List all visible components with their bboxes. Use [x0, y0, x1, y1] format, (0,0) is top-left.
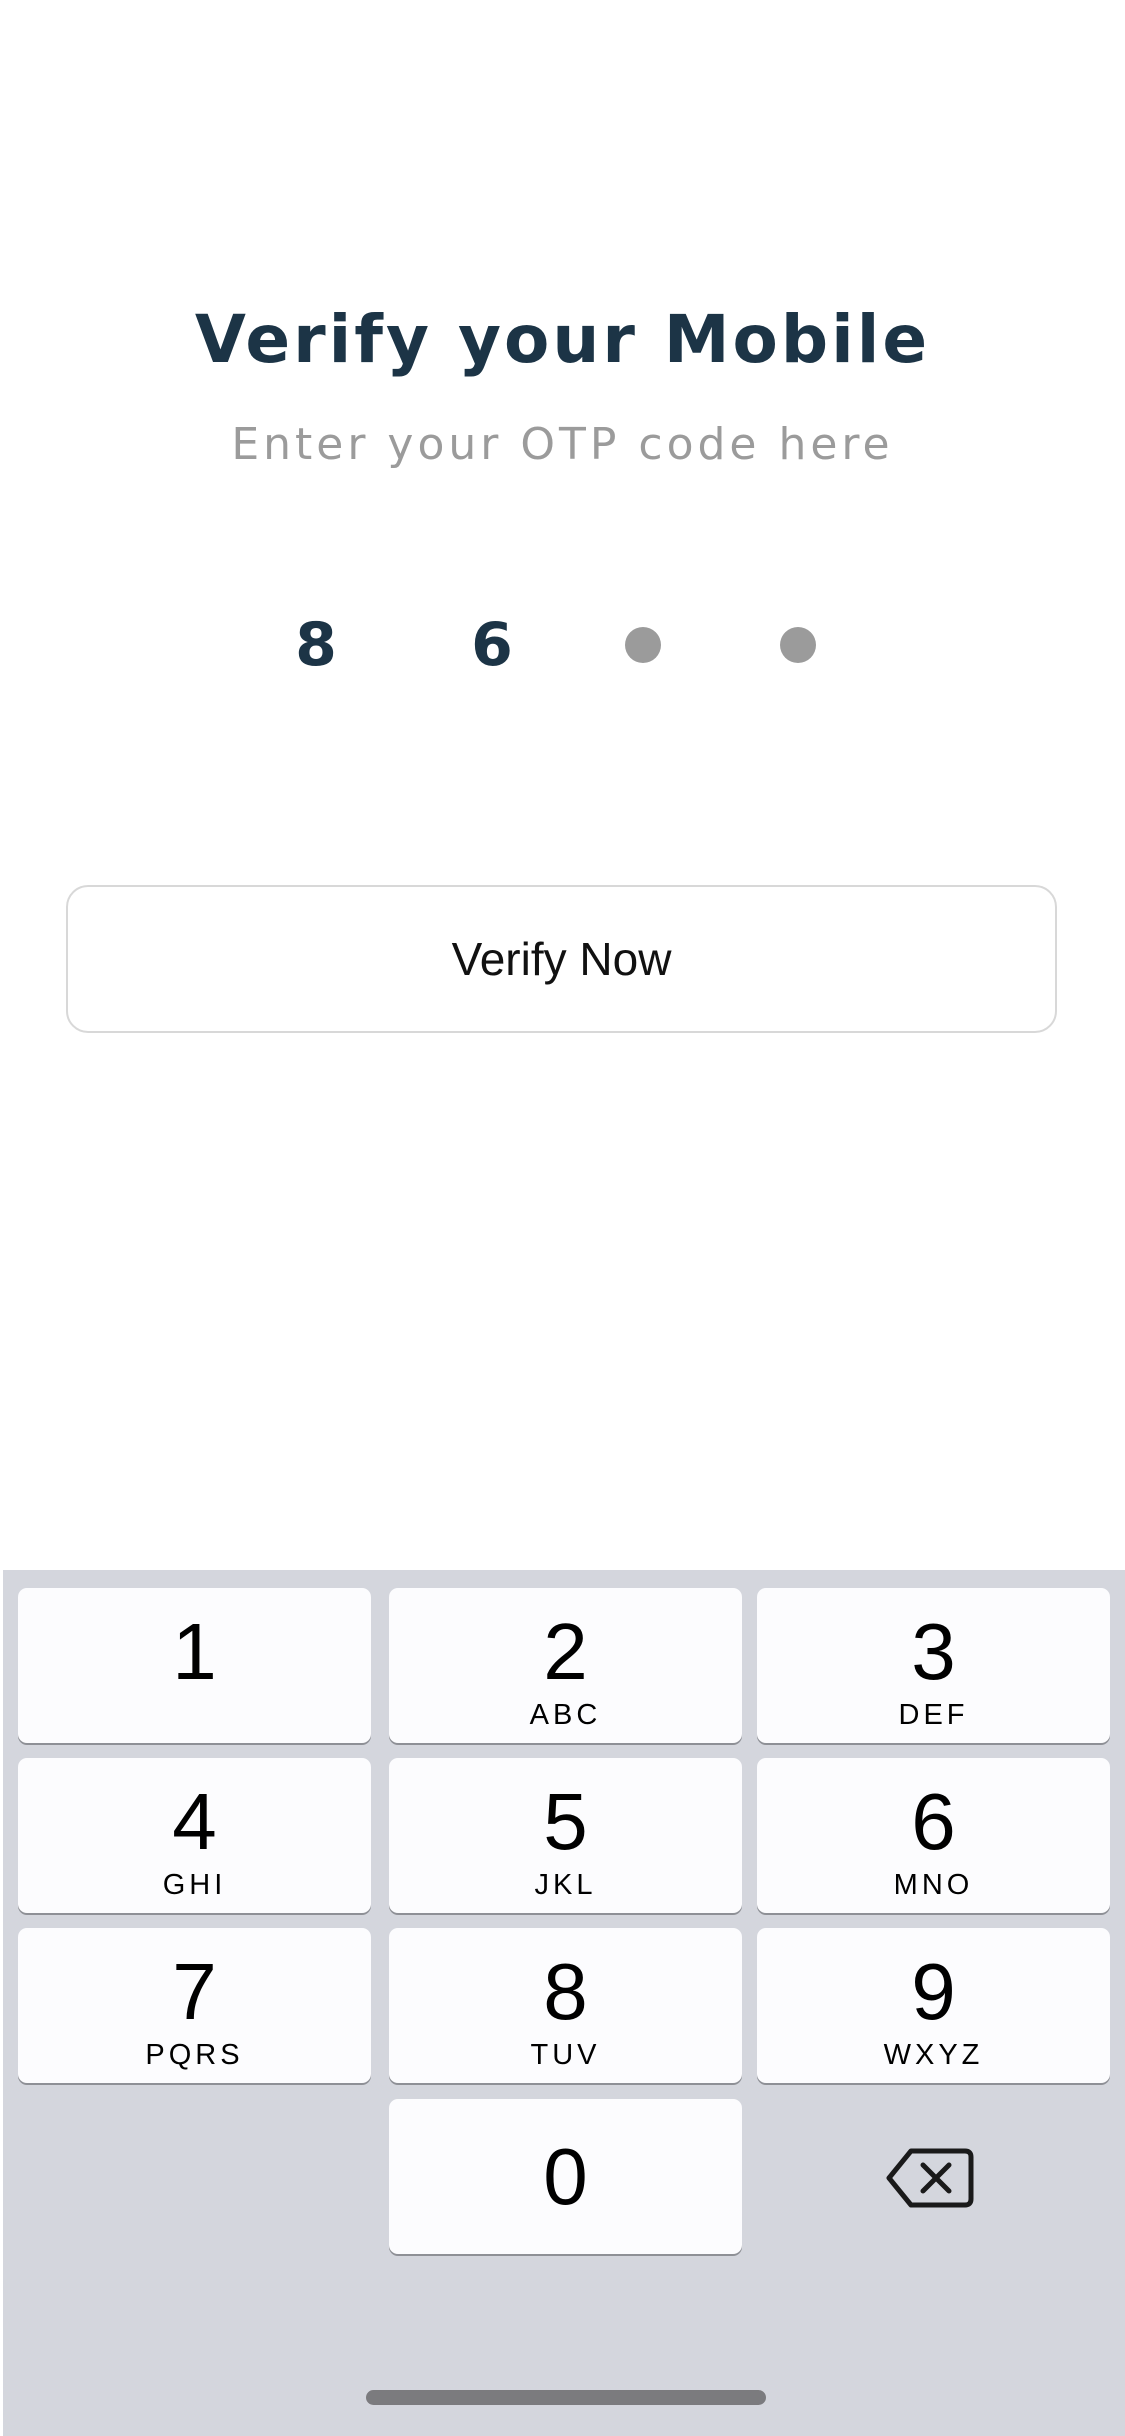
key-3-number: 3: [911, 1607, 956, 1696]
key-9-letters: WXYZ: [883, 2039, 984, 2071]
key-1[interactable]: 1: [18, 1588, 371, 1743]
key-1-number: 1: [172, 1607, 217, 1696]
key-9-number: 9: [911, 1947, 956, 2036]
key-7-letters: PQRS: [145, 2039, 244, 2071]
home-indicator[interactable]: [366, 2390, 766, 2405]
key-3-letters: DEF: [898, 1699, 969, 1731]
key-8-number: 8: [543, 1947, 588, 2036]
otp-empty-slot-4: [780, 627, 816, 663]
key-5-number: 5: [543, 1777, 588, 1866]
otp-digit-2: 6: [471, 610, 513, 680]
key-2-letters: ABC: [529, 1699, 602, 1731]
verify-now-button[interactable]: Verify Now: [66, 885, 1057, 1033]
key-0[interactable]: 0: [389, 2099, 742, 2254]
key-2-number: 2: [543, 1607, 588, 1696]
key-7-number: 7: [172, 1947, 217, 2036]
key-9[interactable]: 9 WXYZ: [757, 1928, 1110, 2083]
otp-digit-1: 8: [295, 610, 337, 680]
otp-empty-slot-3: [625, 627, 661, 663]
key-6[interactable]: 6 MNO: [757, 1758, 1110, 1913]
key-4[interactable]: 4 GHI: [18, 1758, 371, 1913]
backspace-glyph: [886, 2148, 974, 2208]
page-title: Verify your Mobile: [194, 301, 931, 378]
verify-now-label: Verify Now: [451, 933, 672, 985]
key-4-letters: GHI: [162, 1869, 227, 1901]
key-3[interactable]: 3 DEF: [757, 1588, 1110, 1743]
key-7[interactable]: 7 PQRS: [18, 1928, 371, 2083]
page-subtitle: Enter your OTP code here: [231, 419, 894, 470]
key-2[interactable]: 2 ABC: [389, 1588, 742, 1743]
key-6-letters: MNO: [893, 1869, 974, 1901]
key-8[interactable]: 8 TUV: [389, 1928, 742, 2083]
key-5[interactable]: 5 JKL: [389, 1758, 742, 1913]
key-4-number: 4: [172, 1777, 217, 1866]
key-8-letters: TUV: [530, 2039, 601, 2071]
key-6-number: 6: [911, 1777, 956, 1866]
otp-verification-screen: Verify your Mobile Enter your OTP code h…: [0, 0, 1125, 2436]
key-5-letters: JKL: [534, 1869, 597, 1901]
key-0-number: 0: [543, 2132, 588, 2221]
backspace-icon[interactable]: [885, 2145, 975, 2211]
otp-input[interactable]: 8 6: [0, 600, 1125, 690]
